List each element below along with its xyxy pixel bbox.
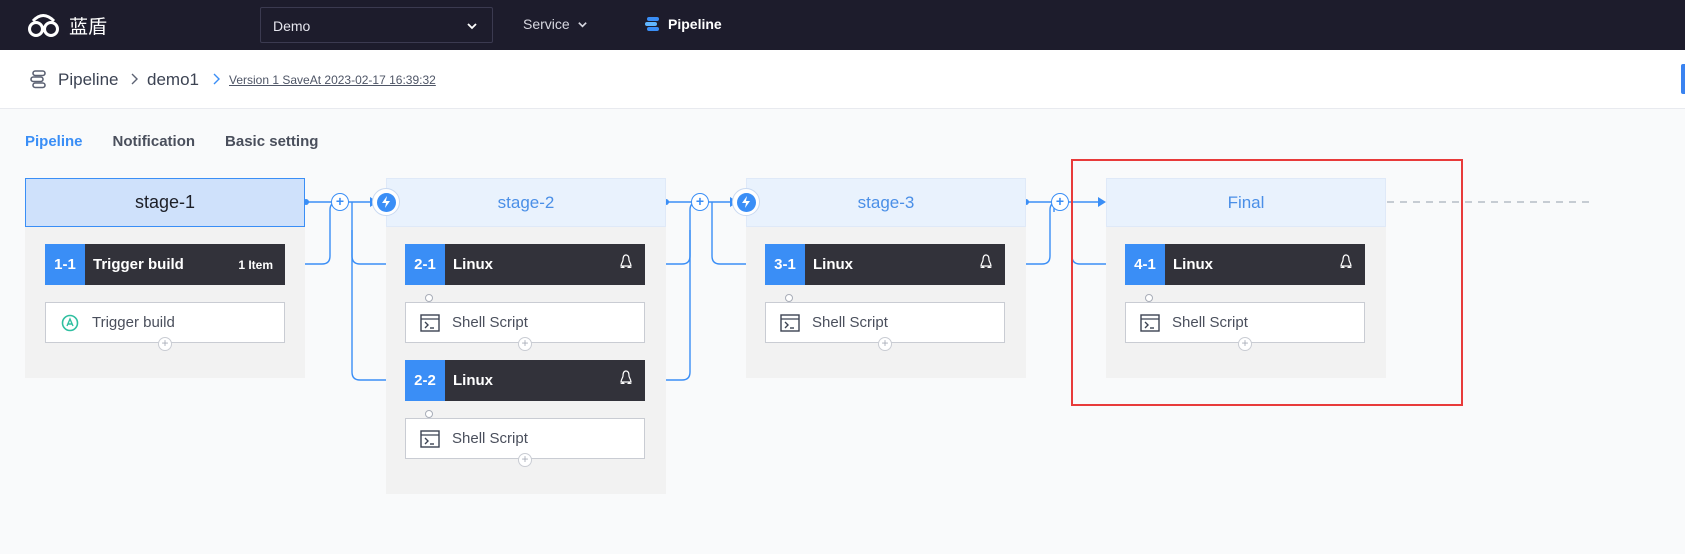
chevron-right-icon [213, 73, 220, 85]
job-number: 2-2 [405, 360, 445, 401]
logo-icon [28, 14, 59, 37]
stage-1-header[interactable]: stage-1 [25, 178, 305, 227]
chevron-down-icon [577, 21, 587, 28]
trigger-icon [60, 313, 80, 333]
lightning-icon [382, 196, 390, 208]
nav-service-label: Service [523, 16, 570, 32]
stage-1-title: stage-1 [134, 192, 196, 212]
job-name: Linux [813, 256, 853, 273]
tab-pipeline[interactable]: Pipeline [25, 133, 83, 150]
linux-icon [979, 254, 993, 275]
stage-2-title: stage-2 [497, 192, 555, 212]
pipeline-icon [30, 70, 46, 89]
job-2-2[interactable]: 2-2 Linux [405, 360, 645, 401]
side-panel-handle[interactable] [1681, 64, 1685, 94]
task-name: Trigger build [92, 314, 175, 331]
project-select-value: Demo [273, 18, 311, 34]
task-name: Shell Script [812, 314, 888, 331]
lightning-icon [742, 196, 750, 208]
nav-pipeline-link[interactable]: Pipeline [644, 15, 722, 33]
project-select[interactable]: Demo [260, 7, 493, 43]
job-2-1[interactable]: 2-1 Linux [405, 244, 645, 285]
stage-3-trigger-icon [732, 188, 760, 216]
task-connector-dot [425, 410, 433, 418]
breadcrumb-version-link[interactable]: Version 1 SaveAt 2023-02-17 16:39:32 [229, 73, 436, 87]
stage-3-header[interactable]: stage-3 [746, 178, 1026, 227]
job-3-1[interactable]: 3-1 Linux [765, 244, 1005, 285]
nav-service-menu[interactable]: Service [523, 16, 588, 32]
linux-icon [619, 370, 633, 391]
stage-2-trigger-icon [372, 188, 400, 216]
job-name: Trigger build [93, 256, 184, 273]
job-item-count: 1 Item [238, 257, 273, 272]
job-number: 3-1 [765, 244, 805, 285]
stage-2-header[interactable]: stage-2 [386, 178, 666, 227]
breadcrumb: Pipeline demo1 Version 1 SaveAt 2023-02-… [0, 50, 1685, 109]
nav-pipeline-label: Pipeline [668, 16, 722, 32]
add-stage-button[interactable]: + [691, 193, 709, 211]
add-task-button[interactable]: + [158, 337, 172, 351]
add-task-button[interactable]: + [518, 453, 532, 467]
highlight-box [1071, 159, 1463, 406]
tab-basic-setting[interactable]: Basic setting [225, 133, 318, 150]
breadcrumb-pipeline-link[interactable]: Pipeline [58, 70, 119, 90]
terminal-icon [420, 313, 440, 332]
add-task-button[interactable]: + [518, 337, 532, 351]
top-nav: 蓝盾 Demo Service Pipeline [0, 0, 1685, 50]
task-name: Shell Script [452, 314, 528, 331]
pipeline-tabs: Pipeline Notification Basic setting [25, 133, 318, 150]
job-name: Linux [453, 256, 493, 273]
pipeline-icon [645, 17, 659, 31]
add-stage-button[interactable]: + [331, 193, 349, 211]
task-connector-dot [425, 294, 433, 302]
task-name: Shell Script [452, 430, 528, 447]
breadcrumb-pipeline-name[interactable]: demo1 [147, 70, 199, 90]
add-stage-button[interactable]: + [1051, 193, 1069, 211]
tab-notification[interactable]: Notification [113, 133, 196, 150]
chevron-down-icon [467, 23, 477, 30]
stage-3-title: stage-3 [857, 192, 915, 212]
job-1-1[interactable]: 1-1 Trigger build 1 Item [45, 244, 285, 285]
chevron-right-icon [131, 73, 138, 85]
add-task-button[interactable]: + [878, 337, 892, 351]
job-number: 2-1 [405, 244, 445, 285]
task-connector-dot [785, 294, 793, 302]
job-name: Linux [453, 372, 493, 389]
job-number: 1-1 [45, 244, 85, 285]
logo-text: 蓝盾 [69, 15, 108, 38]
logo[interactable]: 蓝盾 [27, 11, 107, 39]
terminal-icon [420, 429, 440, 448]
linux-icon [619, 254, 633, 275]
terminal-icon [780, 313, 800, 332]
